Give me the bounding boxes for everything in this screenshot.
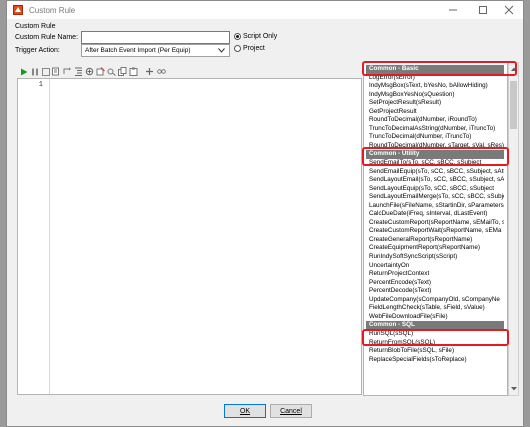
- function-list-item[interactable]: PercentDecode(sText): [366, 287, 504, 296]
- function-list-item[interactable]: RunIndySoftSyncScript(sScript): [366, 253, 504, 262]
- ok-button[interactable]: OK: [224, 404, 266, 418]
- line-number-gutter: 1: [18, 79, 50, 394]
- copy-icon[interactable]: [118, 67, 127, 76]
- cancel-button[interactable]: Cancel: [270, 404, 312, 418]
- function-list-item[interactable]: SendEmailEquip(sTo, sCC, sBCC, sSubject,…: [366, 168, 504, 177]
- function-list-item[interactable]: SetProjectResult(sResult): [366, 99, 504, 108]
- function-list-item[interactable]: GetProjectResult: [366, 108, 504, 117]
- run-icon[interactable]: [19, 67, 28, 76]
- function-list-item[interactable]: ReturnProjectContext: [366, 270, 504, 279]
- project-radio[interactable]: [234, 45, 241, 52]
- function-list-scrollbar[interactable]: [508, 62, 519, 396]
- step-into-icon[interactable]: [52, 67, 61, 76]
- function-list-item[interactable]: ReplaceSpecialFields(sToReplace): [366, 356, 504, 365]
- trigger-action-select[interactable]: After Batch Event Import (Per Equip): [81, 44, 230, 57]
- paste-icon[interactable]: [129, 67, 138, 76]
- maximize-button[interactable]: [469, 3, 497, 17]
- trigger-action-value: After Batch Event Import (Per Equip): [85, 47, 191, 54]
- script-only-radio[interactable]: [234, 33, 241, 40]
- add-variable-icon[interactable]: [145, 67, 154, 76]
- scroll-down-icon[interactable]: [510, 385, 518, 393]
- section-heading: Custom Rule: [15, 23, 56, 30]
- step-over-icon[interactable]: [63, 67, 72, 76]
- function-list-item[interactable]: PercentEncode(sText): [366, 279, 504, 288]
- highlight-common-sql: [362, 329, 509, 346]
- project-label: Project: [243, 45, 265, 52]
- pause-icon[interactable]: [30, 67, 39, 76]
- window-title: Custom Rule: [29, 6, 76, 15]
- function-list-item[interactable]: SendLayoutEmail(sTo, sCC, sBCC, sSubject…: [366, 176, 504, 185]
- function-list-item[interactable]: CreateEquipmentReport(sReportName): [366, 244, 504, 253]
- function-list-item[interactable]: LaunchFile(sFileName, sStartinDir, sPara…: [366, 202, 504, 211]
- custom-rule-dialog: Custom Rule Custom Rule Custom Rule Name…: [6, 0, 524, 427]
- function-list[interactable]: Common - Basic LogError(sError) IndyMsgBox…: [366, 65, 504, 364]
- function-list-item[interactable]: SendLayoutEmailMerge(sTo, sCC, sBCC, sSu…: [366, 193, 504, 202]
- function-list-item[interactable]: TruncToDecimal(dNumber, iTruncTo): [366, 133, 504, 142]
- script-editor[interactable]: 1: [17, 78, 362, 395]
- maximize-icon: [479, 6, 487, 14]
- script-only-label: Script Only: [243, 33, 278, 40]
- scrollbar-thumb[interactable]: [510, 81, 517, 129]
- minimize-button[interactable]: [439, 3, 467, 17]
- chevron-down-icon: [218, 48, 225, 55]
- function-list-item[interactable]: RoundToDecimal(dNumber, iRoundTo): [366, 116, 504, 125]
- breakpoint-icon[interactable]: [85, 67, 94, 76]
- function-list-item[interactable]: IndyMsgBox(sText, bYesNo, bAllowHiding): [366, 82, 504, 91]
- function-list-item[interactable]: ReturnBlobToFile(sSQL, sFile): [366, 347, 504, 356]
- rule-name-label: Custom Rule Name:: [15, 34, 79, 41]
- highlight-common-utility: [362, 147, 509, 166]
- find-icon[interactable]: [157, 67, 166, 76]
- close-button[interactable]: [495, 3, 523, 17]
- function-list-item[interactable]: CreateGeneralReport(sReportName): [366, 236, 504, 245]
- stop-icon[interactable]: [41, 67, 50, 76]
- function-list-item[interactable]: SendLayoutEquip(sTo, sCC, sBCC, sSubject: [366, 185, 504, 194]
- indent-icon[interactable]: [74, 67, 83, 76]
- clear-breakpoints-icon[interactable]: [96, 67, 105, 76]
- app-icon: [13, 5, 23, 15]
- function-list-item[interactable]: IndyMsgBoxYesNo(sQuestion): [366, 91, 504, 100]
- function-list-item[interactable]: CreateCustomReport(sReportName, sEMailTo…: [366, 219, 504, 228]
- minimize-icon: [449, 9, 457, 11]
- function-list-item[interactable]: FieldLengthCheck(sTable, sField, sValue): [366, 304, 504, 313]
- function-list-item[interactable]: UpdateCompany(sCompanyOld, sCompanyNe: [366, 296, 504, 305]
- trigger-action-label: Trigger Action:: [15, 47, 60, 54]
- function-list-item[interactable]: CreateCustomReportWait(sReportName, sEMa: [366, 227, 504, 236]
- function-list-item[interactable]: UncertaintyOn: [366, 262, 504, 271]
- function-list-item[interactable]: WebFileDownloadFile(sFile): [366, 313, 504, 322]
- function-list-item[interactable]: TruncToDecimalAsString(dNumber, iTruncTo…: [366, 125, 504, 134]
- watch-icon[interactable]: [107, 67, 116, 76]
- highlight-common-basic: [362, 61, 517, 76]
- rule-name-input[interactable]: [81, 31, 230, 44]
- line-number: 1: [38, 81, 43, 89]
- close-icon: [504, 5, 514, 15]
- function-list-item[interactable]: CalcDueDate(iFreq, sInterval, dLastEvent…: [366, 210, 504, 219]
- title-bar[interactable]: Custom Rule: [7, 1, 523, 19]
